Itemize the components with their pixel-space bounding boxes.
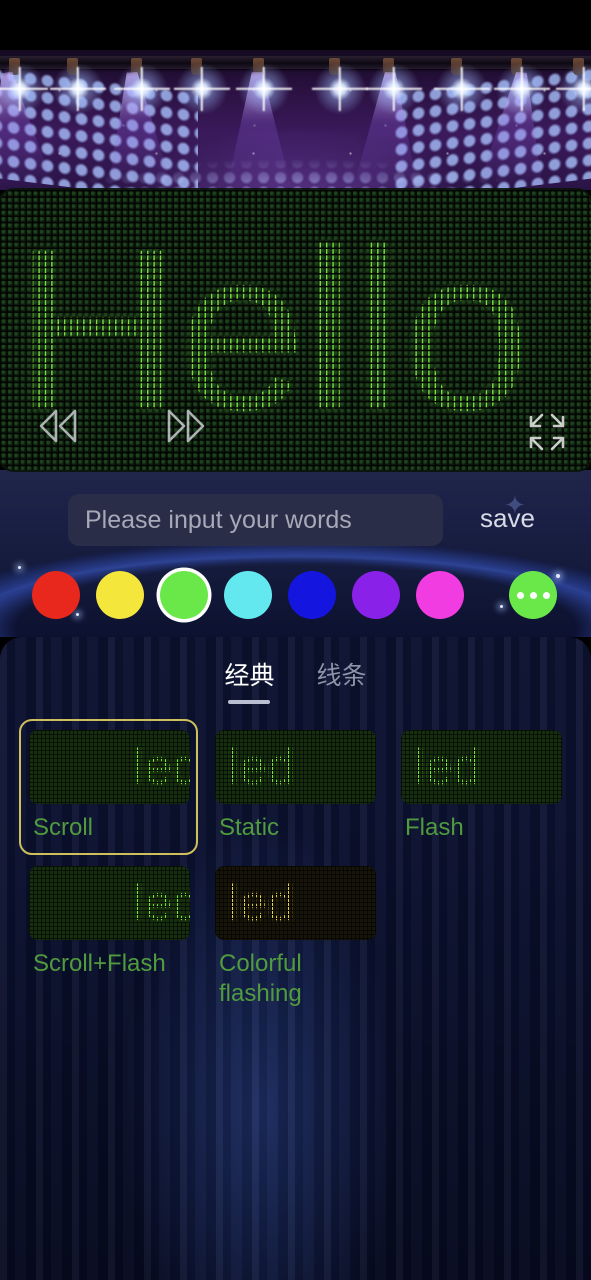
light-flare xyxy=(313,62,367,116)
light-flare xyxy=(367,62,421,116)
light-flare xyxy=(557,62,591,116)
led-display-panel[interactable]: Hello xyxy=(0,190,591,470)
status-bar xyxy=(0,0,591,50)
light-flare xyxy=(237,62,291,116)
color-swatch-magenta[interactable] xyxy=(416,571,464,619)
effect-preview-text: led xyxy=(133,739,190,795)
effect-preview: led xyxy=(29,730,190,804)
color-swatch-green[interactable] xyxy=(160,571,208,619)
color-swatch-blue[interactable] xyxy=(288,571,336,619)
effect-label: Scroll xyxy=(33,814,94,841)
light-flare xyxy=(0,62,47,116)
effect-preview: led xyxy=(29,866,190,940)
color-swatch-row xyxy=(0,571,591,631)
effect-card-scroll_flash[interactable]: led Scroll+Flash xyxy=(19,855,198,1021)
disco-floor xyxy=(0,140,591,190)
effect-category-tabs: 经典 线条 xyxy=(0,656,591,704)
effect-preview-text: led xyxy=(228,739,295,795)
input-and-color-section: ✦ save xyxy=(0,470,591,637)
color-swatch-yellow[interactable] xyxy=(96,571,144,619)
effect-card-flash[interactable]: led Flash xyxy=(391,719,570,855)
effect-label: Scroll+Flash xyxy=(33,950,166,977)
effect-card-scroll[interactable]: led Scroll xyxy=(19,719,198,855)
forward-icon[interactable] xyxy=(164,408,208,444)
effect-card-static[interactable]: led Static xyxy=(205,719,384,855)
led-banner-app: Hello ✦ save 经典线条 ledScrollle xyxy=(0,0,591,1280)
effect-preview: led xyxy=(215,866,376,940)
save-button[interactable]: save xyxy=(480,503,535,534)
effect-preview: led xyxy=(215,730,376,804)
rewind-icon[interactable] xyxy=(36,408,80,444)
fullscreen-icon[interactable] xyxy=(527,412,567,452)
color-swatch-cyan[interactable] xyxy=(224,571,272,619)
light-flare xyxy=(175,62,229,116)
effect-preview-text: led xyxy=(228,875,295,931)
sparkle-icon xyxy=(18,566,21,569)
more-dots-icon xyxy=(509,571,557,619)
led-display-text: Hello xyxy=(14,201,530,459)
effect-label: Colorful flashing xyxy=(219,950,302,1007)
words-input[interactable] xyxy=(68,494,443,546)
light-flare xyxy=(115,62,169,116)
color-swatch-purple[interactable] xyxy=(352,571,400,619)
stage-banner-image xyxy=(0,50,591,190)
tab-lines[interactable]: 线条 xyxy=(317,656,367,704)
effect-card-colorful_flash[interactable]: led Colorful flashing xyxy=(205,855,384,1021)
effect-label: Flash xyxy=(405,814,464,841)
effect-preview-text: led xyxy=(414,739,481,795)
effects-grid: led Scroll led Static led Flash led Scroll+Flas… xyxy=(19,719,572,1021)
effects-panel: 经典 线条 led Scroll led Static led Flash led Scroll… xyxy=(0,637,591,1280)
effect-preview: led xyxy=(401,730,562,804)
color-swatch-red[interactable] xyxy=(32,571,80,619)
light-flare xyxy=(495,62,549,116)
more-colors-button[interactable] xyxy=(509,571,557,619)
tab-classic[interactable]: 经典 xyxy=(224,656,274,704)
effect-preview-text: led xyxy=(133,875,190,931)
light-flare xyxy=(51,62,105,116)
text-input-row: save xyxy=(0,494,591,554)
light-flare xyxy=(435,62,489,116)
effect-label: Static xyxy=(219,814,280,841)
